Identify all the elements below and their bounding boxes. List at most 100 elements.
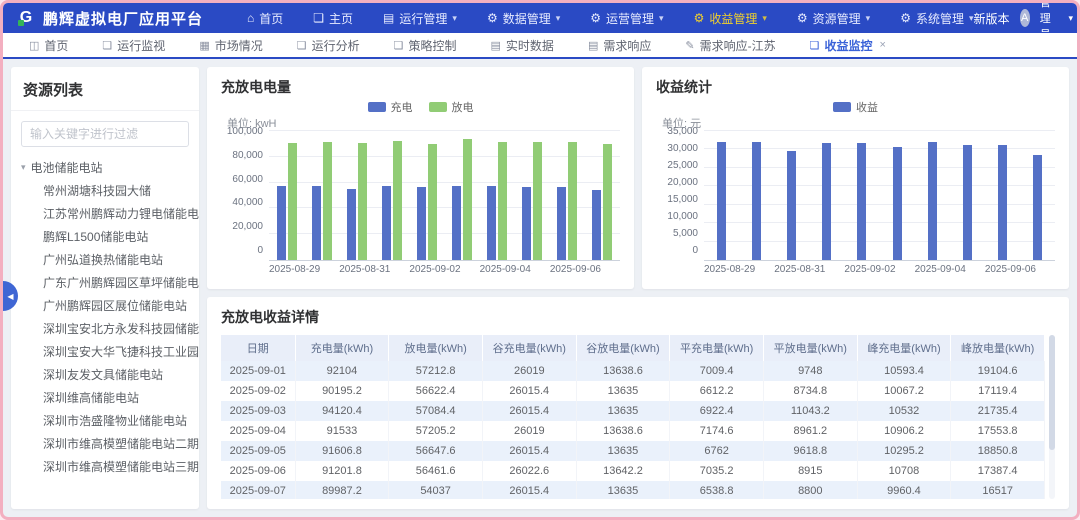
- x-tick-label: 2025-09-06: [985, 261, 1036, 277]
- bar-充电: [452, 186, 461, 260]
- station-item[interactable]: 深圳维高储能电站: [11, 387, 199, 410]
- cell-date: 2025-09-03: [221, 401, 295, 421]
- nav-item-数据管理[interactable]: ⚙数据管理▾: [487, 10, 560, 27]
- nav-item-收益管理[interactable]: ⚙收益管理▾: [694, 10, 767, 27]
- tab-运行监视[interactable]: ❏运行监视: [102, 37, 165, 54]
- bar-放电: [533, 142, 542, 260]
- bar-group-2025-09-02: [409, 131, 444, 260]
- chart-body: 100,00080,00060,00040,00020,0000 2025-08…: [221, 131, 620, 277]
- y-tick-label: 60,000: [221, 174, 263, 185]
- x-tick-label: [755, 261, 774, 277]
- station-tree: ▾ 电池储能电站 常州湖塘科技园大储江苏常州鹏辉动力锂电储能电站鹏辉L1500储…: [11, 153, 199, 509]
- monitor-icon: ❏: [102, 39, 112, 52]
- station-item[interactable]: 鹏辉L1500储能电站: [11, 226, 199, 249]
- station-item[interactable]: 广州弘道换热储能电站: [11, 249, 199, 272]
- chevron-down-icon: ▾: [659, 13, 664, 24]
- legend-swatch: [429, 102, 447, 112]
- main-content: 充放电电量 充电放电 单位: kwH 100,00080,00060,00040…: [207, 67, 1069, 509]
- bar-放电: [393, 141, 402, 260]
- tab-首页[interactable]: ◫首页: [29, 37, 68, 54]
- bar-group-2025-09-07: [585, 131, 620, 260]
- bar-收益: [822, 143, 831, 260]
- y-tick-label: 20,000: [221, 221, 263, 232]
- avatar[interactable]: A: [1020, 9, 1030, 27]
- station-item[interactable]: 广州鹏辉园区展位储能电站: [11, 295, 199, 318]
- legend-item-收益[interactable]: 收益: [833, 99, 878, 115]
- nav-item-资源管理[interactable]: ⚙资源管理▾: [797, 10, 870, 27]
- y-tick-label: 35,000: [656, 126, 698, 137]
- bar-充电: [487, 186, 496, 260]
- cell-value: 54037: [389, 481, 483, 499]
- tree-node-battery-storage[interactable]: ▾ 电池储能电站: [11, 155, 199, 180]
- cell-date: 2025-09-02: [221, 381, 295, 401]
- cell-value: 90195.2: [295, 381, 389, 401]
- x-tick-label: [966, 261, 985, 277]
- y-tick-label: 10,000: [656, 211, 698, 222]
- station-item[interactable]: 广东广州鹏辉园区草坪储能电站: [11, 272, 199, 295]
- station-item[interactable]: 深圳市浩盛隆物业储能电站: [11, 410, 199, 433]
- doc-icon: ▤: [383, 11, 394, 25]
- legend-item-放电[interactable]: 放电: [429, 99, 474, 115]
- column-header-1: 充电量(kWh): [295, 335, 389, 361]
- tab-label: 需求响应: [603, 37, 651, 54]
- user-role[interactable]: 管理员: [1040, 0, 1059, 42]
- x-tick-label: 2025-08-29: [704, 261, 755, 277]
- tab-需求响应[interactable]: ▤需求响应: [588, 37, 651, 54]
- new-version-link[interactable]: 新版本: [974, 10, 1010, 27]
- table-row: 2025-09-0591606.856647.626015.4136356762…: [221, 441, 1045, 461]
- cell-value: 91533: [295, 421, 389, 441]
- nav-item-label: 主页: [329, 10, 353, 27]
- cell-value: 10708: [857, 461, 951, 481]
- legend-item-充电[interactable]: 充电: [368, 99, 413, 115]
- cell-value: 26022.6: [482, 461, 576, 481]
- station-filter-input[interactable]: [21, 121, 189, 147]
- station-item[interactable]: 深圳友发文具储能电站: [11, 364, 199, 387]
- tab-收益监控[interactable]: ❏收益监控×: [810, 37, 886, 54]
- cell-value: 26019: [482, 421, 576, 441]
- tab-需求响应-江苏[interactable]: ✎需求响应-江苏: [685, 37, 775, 54]
- bar-group-2025-09-03: [444, 131, 479, 260]
- station-item[interactable]: 深圳市维高模塑储能电站三期: [11, 456, 199, 479]
- bar-group-2025-08-30: [739, 131, 774, 260]
- x-tick-label: 2025-09-04: [915, 261, 966, 277]
- bar-group-2025-08-31: [339, 131, 374, 260]
- tab-策略控制[interactable]: ❏策略控制: [394, 37, 457, 54]
- bar-group-2025-09-05: [515, 131, 550, 260]
- x-tick-label: [320, 261, 339, 277]
- cell-value: 26019: [482, 361, 576, 381]
- tab-label: 策略控制: [409, 37, 457, 54]
- y-tick-label: 100,000: [221, 126, 263, 137]
- station-item[interactable]: 深圳宝安北方永发科技园储能电站: [11, 318, 199, 341]
- cell-value: 10906.2: [857, 421, 951, 441]
- nav-item-运行管理[interactable]: ▤运行管理▾: [383, 10, 457, 27]
- caret-down-icon: ▾: [21, 162, 26, 173]
- app-logo-icon: G: [17, 9, 35, 27]
- cell-value: 11043.2: [763, 401, 857, 421]
- close-icon[interactable]: ×: [879, 39, 885, 51]
- tab-运行分析[interactable]: ❏运行分析: [297, 37, 360, 54]
- table-scrollbar[interactable]: [1049, 335, 1055, 499]
- nav-item-label: 资源管理: [813, 10, 861, 27]
- topbar-right: 新版本 A 管理员 ▾: [974, 0, 1074, 42]
- table-scrollbar-thumb[interactable]: [1049, 335, 1055, 450]
- tab-市场情况[interactable]: ▦市场情况: [199, 37, 262, 54]
- cell-value: 19104.6: [951, 361, 1045, 381]
- nav-item-运营管理[interactable]: ⚙运营管理▾: [590, 10, 663, 27]
- cell-value: 16517: [951, 481, 1045, 499]
- nav-item-主页[interactable]: ❏主页: [313, 10, 353, 27]
- tab-实时数据[interactable]: ▤实时数据: [491, 37, 554, 54]
- cell-value: 91201.8: [295, 461, 389, 481]
- station-item[interactable]: 江苏常州鹏辉动力锂电储能电站: [11, 203, 199, 226]
- cell-value: 26015.4: [482, 381, 576, 401]
- bar-充电: [347, 189, 356, 260]
- bar-放电: [428, 144, 437, 260]
- station-item[interactable]: 深圳宝安大华飞捷科技工业园储能电站: [11, 341, 199, 364]
- chevron-down-icon: ▾: [866, 13, 871, 24]
- charts-row: 充放电电量 充电放电 单位: kwH 100,00080,00060,00040…: [207, 67, 1069, 289]
- station-item[interactable]: 深圳市维高模塑储能电站二期: [11, 433, 199, 456]
- bar-收益: [857, 143, 866, 260]
- station-item[interactable]: 常州湖塘科技园大储: [11, 180, 199, 203]
- nav-item-首页[interactable]: ⌂首页: [247, 10, 283, 27]
- nav-item-系统管理[interactable]: ⚙系统管理▾: [900, 10, 973, 27]
- cell-value: 13638.6: [576, 361, 670, 381]
